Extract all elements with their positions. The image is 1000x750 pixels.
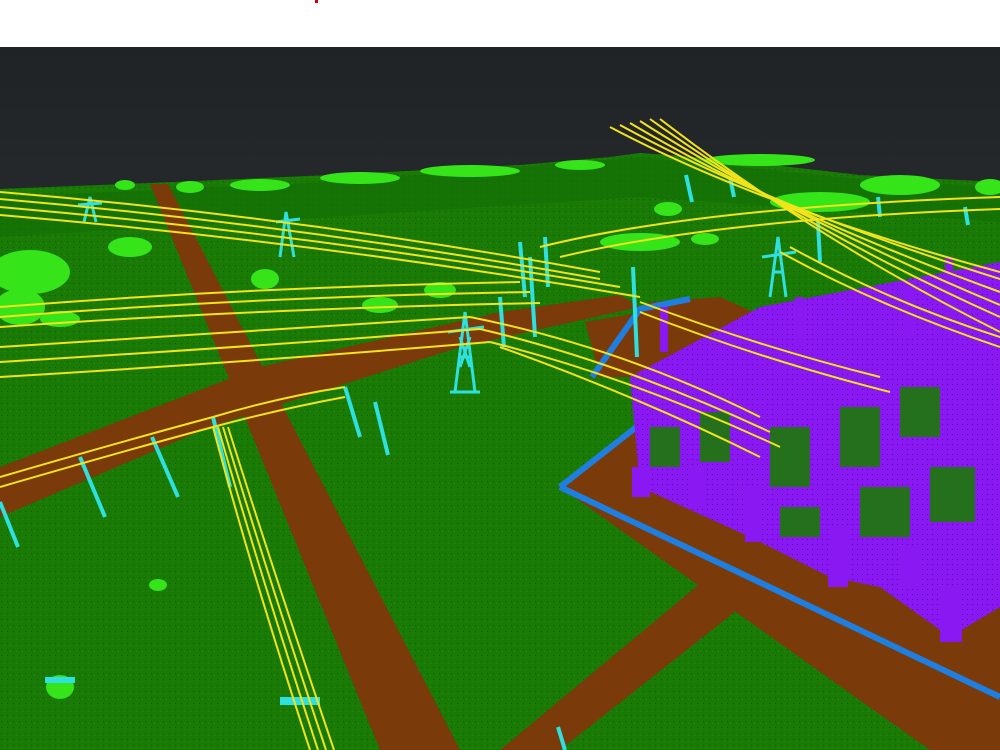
point-cloud-render: [0, 47, 1000, 750]
point-cloud-viewport[interactable]: [0, 47, 1000, 750]
top-white-band: [0, 0, 1000, 47]
red-marker-dot: [315, 0, 318, 3]
